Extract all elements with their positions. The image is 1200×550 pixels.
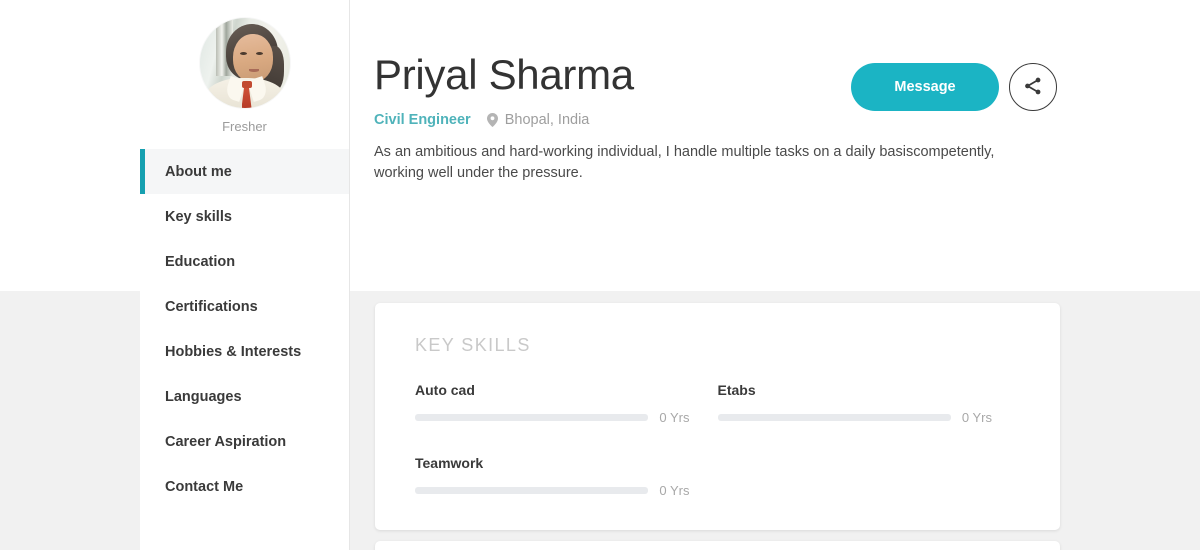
skill-progress-track	[717, 414, 951, 421]
sidebar-item-label: Career Aspiration	[165, 433, 287, 450]
skill-bar-row: 0 Yrs	[717, 410, 992, 425]
location-text: Bhopal, India	[504, 112, 590, 129]
sidebar-item-label: Key skills	[165, 208, 232, 225]
job-role: Civil Engineer	[374, 112, 471, 129]
share-icon	[1022, 75, 1044, 100]
sidebar-item-about-me[interactable]: About me	[140, 149, 349, 194]
profile-page: Fresher About me Key skills Education Ce…	[0, 0, 1200, 550]
message-button[interactable]: Message	[851, 63, 999, 111]
sidebar-item-label: Contact Me	[165, 478, 244, 495]
skill-progress-track	[415, 487, 649, 494]
key-skills-card: KEY SKILLS Auto cad 0 Yrs Etabs 0 Yrs Te…	[375, 303, 1060, 530]
skill-progress-track	[415, 414, 649, 421]
skill-years-label: 0 Yrs	[659, 483, 690, 498]
skill-name: Auto cad	[415, 382, 475, 398]
sidebar-item-label: Certifications	[165, 298, 258, 315]
profile-bio: As an ambitious and hard-working individ…	[374, 144, 995, 182]
skill-bar-row: 0 Yrs	[415, 483, 690, 498]
sidebar-nav: About me Key skills Education Certificat…	[140, 149, 349, 509]
skill-bar-row: 0 Yrs	[415, 410, 690, 425]
avatar	[199, 18, 290, 108]
sidebar-item-label: Education	[165, 253, 236, 270]
key-skills-title: KEY SKILLS	[415, 335, 531, 355]
skill-name: Teamwork	[415, 455, 484, 471]
sidebar-item-label: Hobbies & Interests	[165, 343, 302, 360]
sidebar-item-key-skills[interactable]: Key skills	[140, 194, 349, 239]
skill-years-label: 0 Yrs	[659, 410, 690, 425]
key-skills-list: Auto cad 0 Yrs Etabs 0 Yrs Teamwork 0 Yr…	[375, 356, 1060, 528]
skill-name: Etabs	[717, 382, 756, 398]
sidebar-item-label: Languages	[165, 388, 242, 405]
sidebar-item-hobbies-interests[interactable]: Hobbies & Interests	[140, 329, 349, 374]
sidebar-item-career-aspiration[interactable]: Career Aspiration	[140, 419, 349, 464]
sidebar-item-label: About me	[165, 163, 232, 180]
sidebar-profile-summary: Fresher	[140, 0, 349, 134]
main-content: Priyal Sharma Civil Engineer Bhopal, Ind…	[350, 0, 1200, 550]
skill-item: Etabs 0 Yrs	[717, 382, 1021, 425]
skill-item: Teamwork 0 Yrs	[415, 455, 718, 498]
location-pin-icon	[486, 113, 498, 128]
next-section-card	[375, 541, 1060, 550]
skill-item: Auto cad 0 Yrs	[415, 382, 718, 425]
sidebar-item-education[interactable]: Education	[140, 239, 349, 284]
share-button[interactable]	[1009, 63, 1057, 111]
experience-status-label: Fresher	[222, 119, 267, 134]
profile-meta: Civil Engineer Bhopal, India	[374, 112, 1094, 128]
sidebar-item-contact-me[interactable]: Contact Me	[140, 464, 349, 509]
sidebar: Fresher About me Key skills Education Ce…	[140, 0, 350, 550]
skill-years-label: 0 Yrs	[961, 410, 992, 425]
sidebar-item-certifications[interactable]: Certifications	[140, 284, 349, 329]
sidebar-item-languages[interactable]: Languages	[140, 374, 349, 419]
